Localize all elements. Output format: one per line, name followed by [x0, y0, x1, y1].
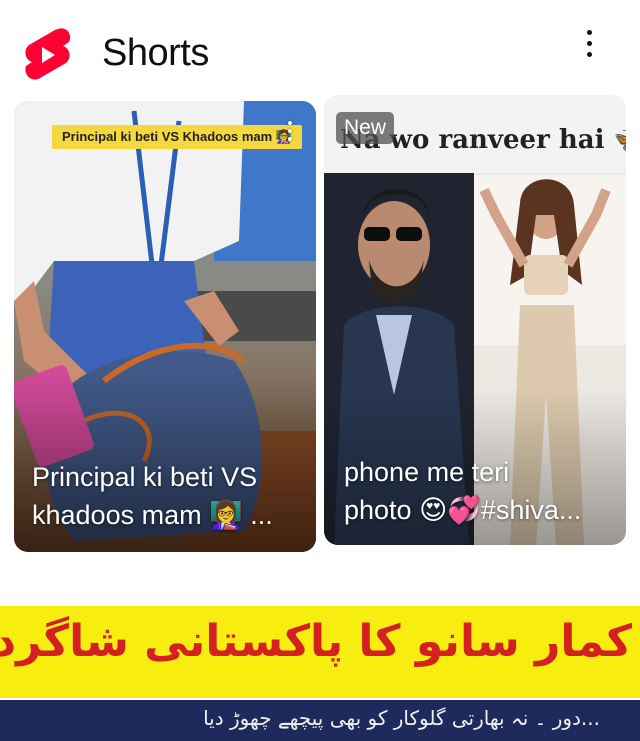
- shorts-header: Shorts: [0, 0, 640, 100]
- more-vert-icon[interactable]: [286, 121, 294, 145]
- video-overlay-title: Principal ki beti VS Khadoos mam 👩‍🏫: [52, 125, 303, 149]
- new-badge: New: [336, 112, 395, 144]
- shorts-section-title: Shorts: [102, 32, 209, 74]
- more-vert-icon[interactable]: [578, 30, 600, 60]
- caption-line: khadoos mam 👩‍🏫 ...: [32, 500, 273, 530]
- banner-headline: کمار سانو کا پاکستانی شاگرد مزدوری کرنے …: [0, 616, 632, 667]
- short-caption: phone me teri photo 😍💞#shiva...: [344, 453, 608, 529]
- short-caption: Principal ki beti VS khadoos mam 👩‍🏫 ...: [32, 458, 298, 534]
- video-thumbnail-banner[interactable]: کمار سانو کا پاکستانی شاگرد مزدوری کرنے …: [0, 596, 640, 741]
- caption-line: phone me teri: [344, 457, 510, 487]
- banner-headline-strip: کمار سانو کا پاکستانی شاگرد مزدوری کرنے …: [0, 606, 640, 698]
- banner-subtitle: ...دور ۔ نہ بھارتی گلوکار کو بھی پیچھے چ…: [203, 706, 600, 730]
- caption-line: photo 😍💞#shiva...: [344, 495, 582, 525]
- short-card-1[interactable]: Principal ki beti VS Khadoos mam 👩‍🏫 Pri…: [14, 101, 316, 552]
- youtube-shorts-logo-icon[interactable]: [22, 26, 72, 84]
- caption-line: Principal ki beti VS: [32, 462, 258, 492]
- short-card-2[interactable]: Na wo ranveer hai 🦋 New phone me teri ph…: [324, 95, 626, 545]
- banner-subtitle-strip: ...دور ۔ نہ بھارتی گلوکار کو بھی پیچھے چ…: [0, 700, 640, 741]
